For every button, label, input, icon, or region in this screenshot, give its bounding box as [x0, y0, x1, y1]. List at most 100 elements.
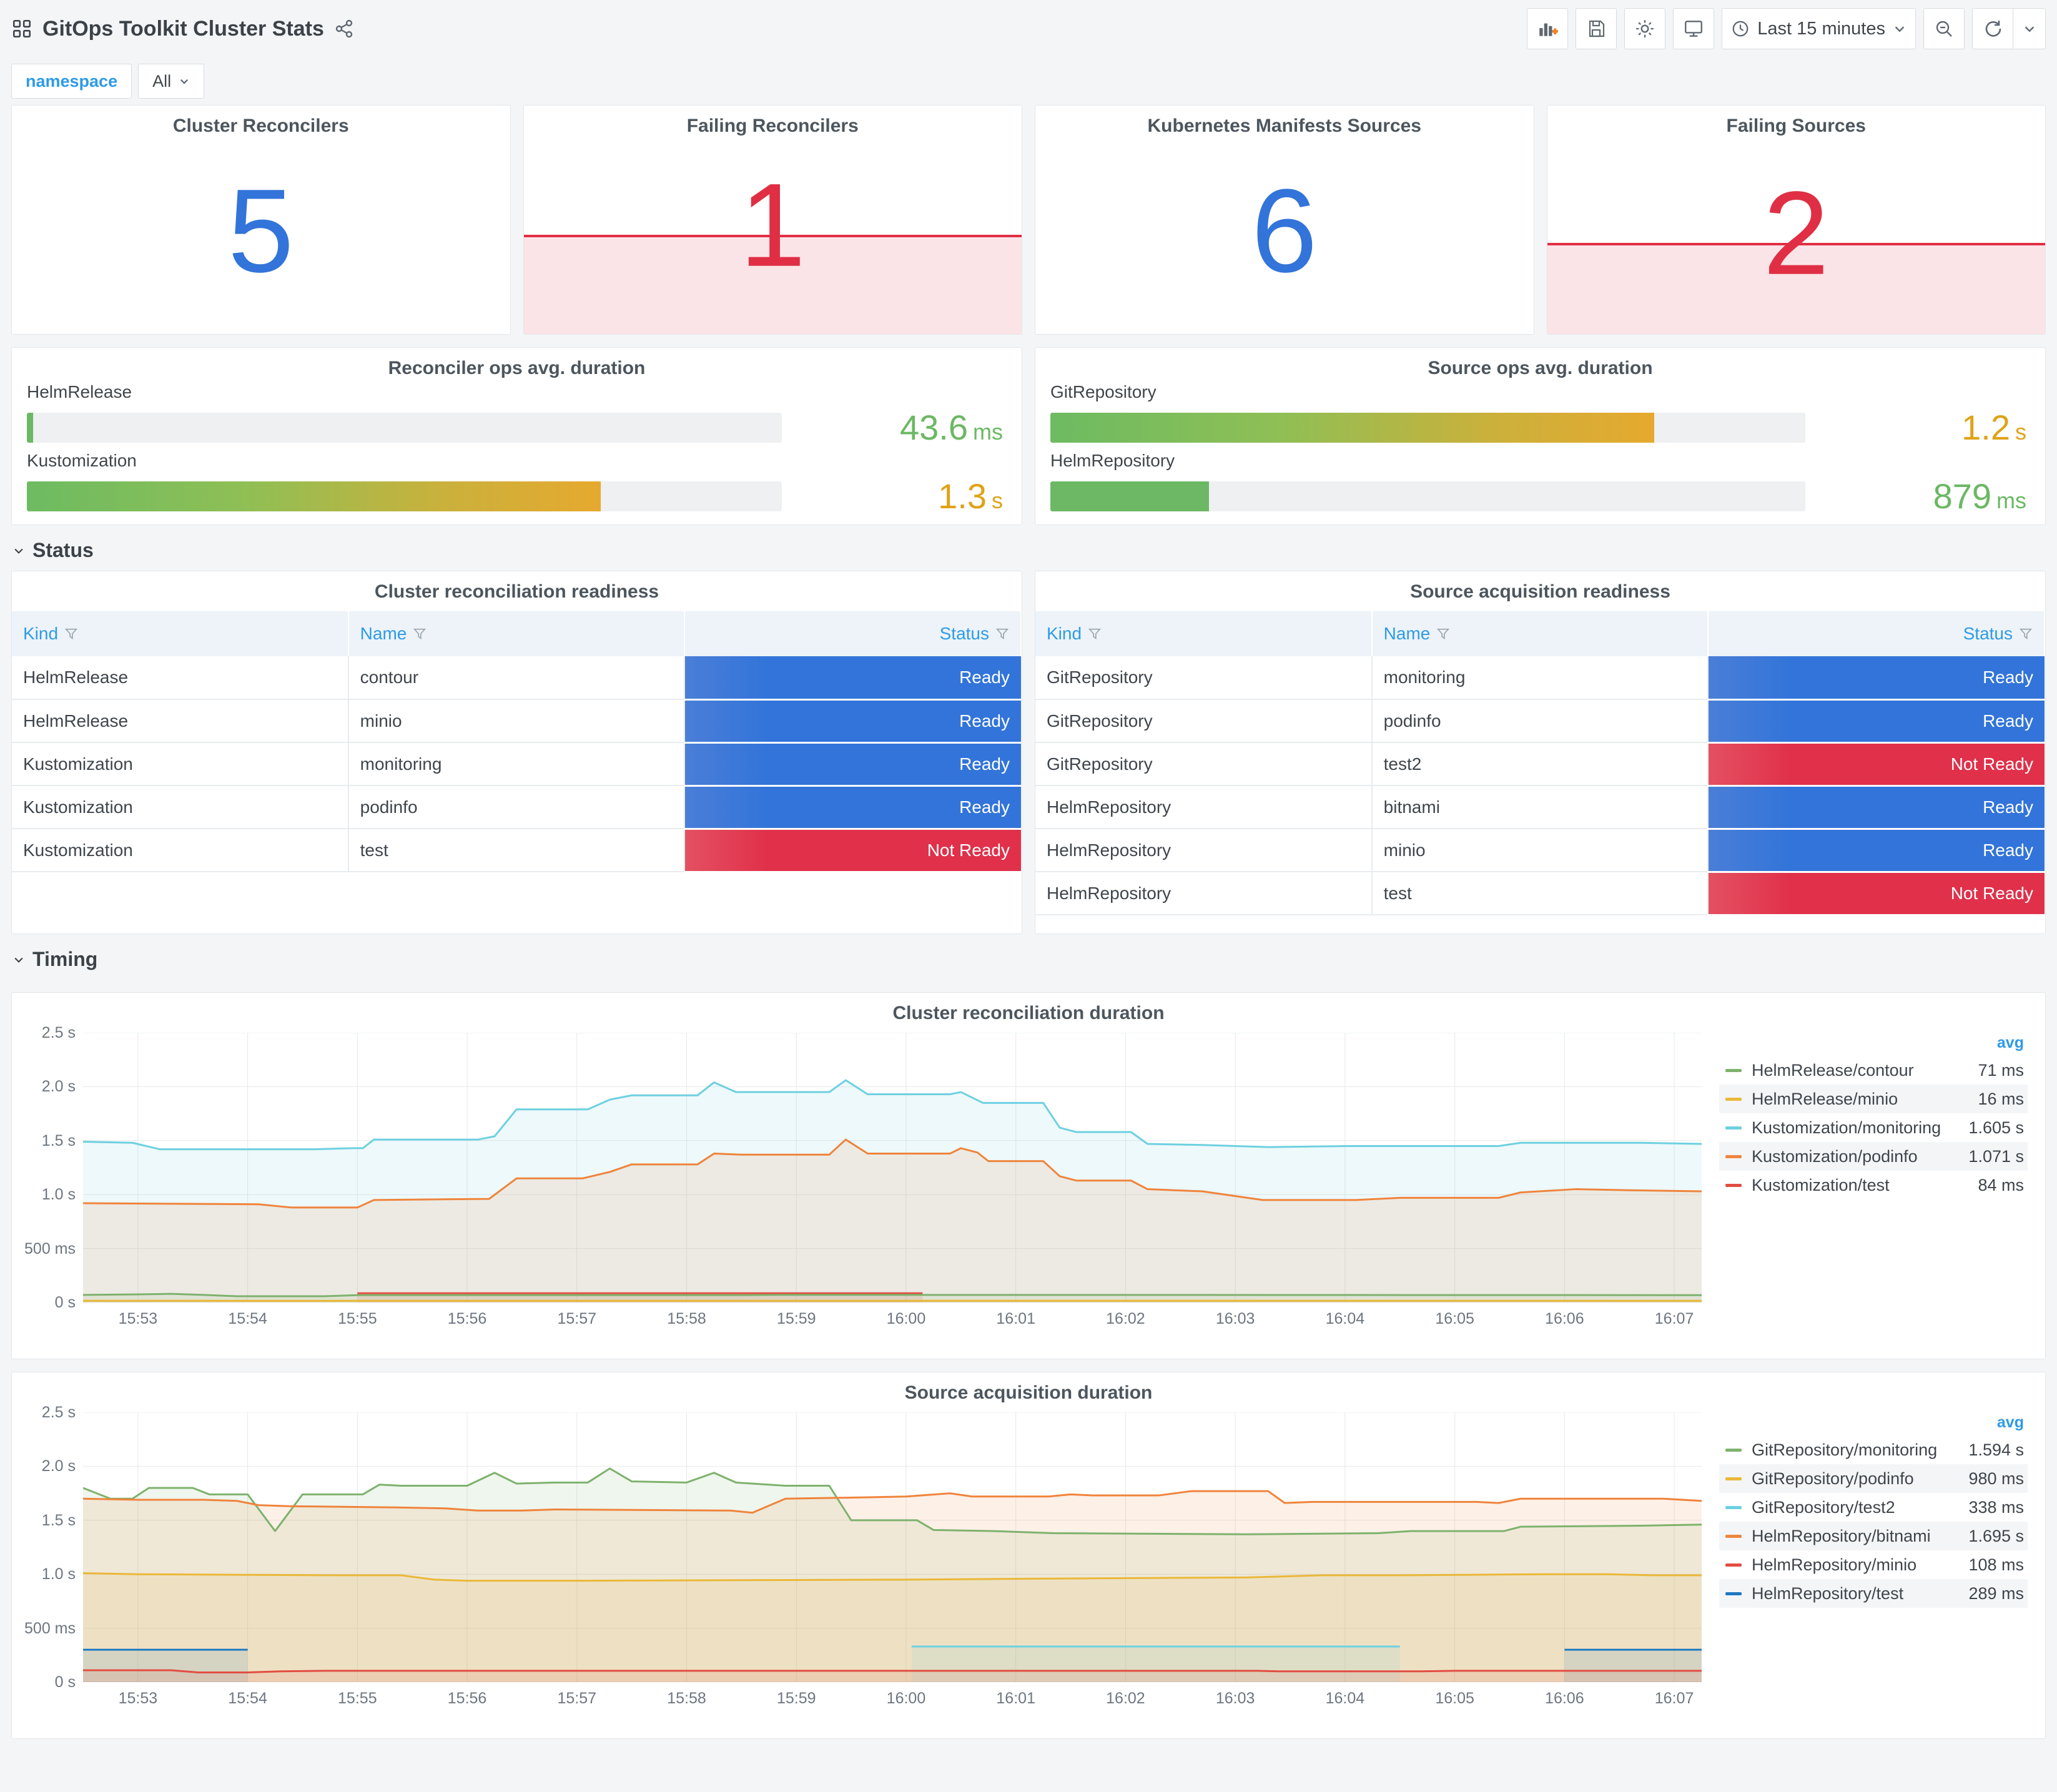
panel-title[interactable]: Failing Reconcilers — [524, 106, 1022, 137]
apps-grid-icon[interactable] — [11, 18, 32, 39]
legend-item[interactable]: HelmRelease/minio 16 ms — [1719, 1085, 2028, 1113]
share-icon[interactable] — [334, 19, 354, 39]
panel-title[interactable]: Cluster Reconcilers — [12, 106, 510, 137]
gauge-track — [27, 481, 782, 511]
gauge-bar-row: 1.2 s — [1050, 407, 2030, 448]
variable-value: All — [152, 71, 172, 91]
legend-series-avg: 108 ms — [1968, 1555, 2024, 1574]
legend-avg-header[interactable]: avg — [1719, 1412, 2028, 1435]
x-axis-tick-label: 16:06 — [1545, 1310, 1584, 1327]
cell-name: contour — [348, 656, 686, 700]
add-panel-button[interactable] — [1527, 8, 1569, 49]
table-row: HelmRepository bitnami Ready — [1035, 785, 2045, 830]
stat-value: 5 — [227, 165, 294, 298]
stat-value: 1 — [739, 159, 806, 292]
cell-kind: HelmRepository — [1035, 872, 1373, 915]
y-axis-tick-label: 1.5 s — [41, 1511, 76, 1529]
legend-item[interactable]: Kustomization/podinfo 1.071 s — [1719, 1142, 2028, 1171]
stat-panel: Failing Reconcilers 1 — [523, 105, 1022, 335]
dashboard-settings-button[interactable] — [1624, 8, 1666, 49]
column-header-name[interactable]: Name — [1371, 611, 1709, 656]
variable-label-namespace: namespace — [11, 64, 132, 99]
variable-value-dropdown[interactable]: All — [138, 64, 205, 99]
gauge-value: 1.3 s — [782, 476, 1007, 516]
panel-title[interactable]: Cluster reconciliation duration — [12, 993, 2045, 1024]
x-axis-tick-label: 15:57 — [557, 1690, 597, 1707]
plot-area-wrap: 0 s 500 ms 1.0 s 1.5 s 2.0 s 2.5 s 15:53 15:54 1… — [18, 1024, 1702, 1332]
table-body: HelmRelease contour Ready HelmRelease minio R… — [12, 656, 1021, 873]
time-range-label: Last 15 minutes — [1757, 18, 1885, 39]
legend-series-color — [1725, 1154, 1742, 1158]
legend-item[interactable]: GitRepository/monitoring 1.594 s — [1719, 1435, 2028, 1464]
filter-funnel-icon[interactable] — [995, 627, 1009, 641]
gauge-value: 43.6 ms — [782, 407, 1007, 448]
x-axis: 15:53 15:54 15:55 15:56 15:57 15:58 15:59 16:00… — [83, 1307, 1702, 1332]
zoom-out-button[interactable] — [1923, 8, 1965, 49]
table-row: HelmRelease contour Ready — [12, 656, 1021, 701]
column-header-status[interactable]: Status — [684, 611, 1022, 656]
legend-series-color — [1725, 1126, 1742, 1130]
plot-area[interactable]: 0 s 500 ms 1.0 s 1.5 s 2.0 s 2.5 s — [24, 1024, 1702, 1311]
legend-avg-header[interactable]: avg — [1719, 1033, 2028, 1056]
chart-legend: avg GitRepository/monitoring 1.594 s GitRep… — [1702, 1412, 2039, 1712]
gauge-label: Kustomization — [27, 451, 137, 470]
x-axis: 15:53 15:54 15:55 15:56 15:57 15:58 15:59 16:00… — [83, 1687, 1702, 1712]
filter-funnel-icon[interactable] — [1088, 627, 1102, 641]
legend-item[interactable]: HelmRepository/test 289 ms — [1719, 1579, 2028, 1608]
gauge-value-unit: s — [992, 488, 1003, 513]
cycle-view-button[interactable] — [1673, 8, 1715, 49]
table-head: Kind Name Status — [1035, 611, 2045, 656]
x-axis-tick-label: 16:02 — [1106, 1690, 1145, 1707]
section-header-status[interactable]: Status — [11, 525, 2046, 571]
legend-item[interactable]: GitRepository/test2 338 ms — [1719, 1493, 2028, 1522]
column-header-kind[interactable]: Kind — [12, 611, 349, 656]
panel-title[interactable]: Source acquisition duration — [12, 1372, 2045, 1404]
timeseries-panel: Source acquisition duration 0 s 500 ms 1.0 … — [11, 1372, 2046, 1739]
filter-funnel-icon[interactable] — [413, 627, 427, 641]
panel-title[interactable]: Reconciler ops avg. duration — [27, 348, 1007, 379]
cell-status: Ready — [684, 742, 1021, 787]
timeseries-panel: Cluster reconciliation duration 0 s 500 ms… — [11, 992, 2046, 1359]
section-header-timing[interactable]: Timing — [11, 934, 2046, 980]
legend-item[interactable]: HelmRepository/minio 108 ms — [1719, 1550, 2028, 1579]
cell-name: minio — [1371, 829, 1709, 872]
chevron-down-icon — [2025, 26, 2034, 32]
plot-area[interactable]: 0 s 500 ms 1.0 s 1.5 s 2.0 s 2.5 s — [24, 1404, 1702, 1691]
column-header-name[interactable]: Name — [348, 611, 686, 656]
gauge-row: HelmRelease 43.6 ms — [27, 382, 1007, 448]
legend-item[interactable]: HelmRepository/bitnami 1.695 s — [1719, 1522, 2028, 1550]
legend-series-color — [1725, 1097, 1742, 1101]
legend-series-name: HelmRepository/test — [1752, 1583, 1904, 1603]
legend-item[interactable]: Kustomization/monitoring 1.605 s — [1719, 1113, 2028, 1142]
legend-series-name: GitRepository/monitoring — [1752, 1440, 1938, 1459]
save-dashboard-button[interactable] — [1576, 8, 1617, 49]
panel-title[interactable]: Kubernetes Manifests Sources — [1035, 106, 1534, 137]
filter-funnel-icon[interactable] — [2019, 627, 2033, 641]
readiness-table: Kind Name Status GitRepository monitoring Rea… — [1035, 611, 2045, 916]
panel-title[interactable]: Cluster reconciliation readiness — [12, 571, 1022, 603]
legend-series-avg: 1.605 s — [1968, 1118, 2024, 1137]
panel-title[interactable]: Source acquisition readiness — [1035, 571, 2045, 603]
x-axis-tick-label: 15:56 — [447, 1690, 487, 1707]
legend-series-name: HelmRelease/contour — [1752, 1060, 1914, 1080]
cell-kind: Kustomization — [12, 742, 349, 786]
panel-title[interactable]: Source ops avg. duration — [1050, 348, 2030, 379]
panel-title[interactable]: Failing Sources — [1547, 106, 2046, 137]
cell-name: test — [1371, 872, 1709, 915]
gauge-track — [1050, 481, 1805, 511]
column-header-status[interactable]: Status — [1708, 611, 2045, 656]
time-range-picker[interactable]: Last 15 minutes — [1722, 8, 1916, 49]
column-header-kind[interactable]: Kind — [1035, 611, 1373, 656]
refresh-interval-dropdown[interactable] — [2013, 8, 2046, 49]
filter-funnel-icon[interactable] — [1436, 627, 1450, 641]
refresh-button[interactable] — [1972, 8, 2013, 49]
filter-funnel-icon[interactable] — [64, 627, 78, 641]
y-axis-tick-label: 1.0 s — [41, 1186, 76, 1204]
legend-item[interactable]: Kustomization/test 84 ms — [1719, 1171, 2028, 1199]
x-axis-tick-label: 15:55 — [338, 1310, 377, 1327]
x-axis-tick-label: 16:05 — [1435, 1310, 1474, 1327]
gauge-fill — [1050, 412, 1655, 443]
legend-item[interactable]: HelmRelease/contour 71 ms — [1719, 1056, 2028, 1085]
cell-kind: HelmRelease — [12, 699, 349, 743]
legend-item[interactable]: GitRepository/podinfo 980 ms — [1719, 1464, 2028, 1493]
